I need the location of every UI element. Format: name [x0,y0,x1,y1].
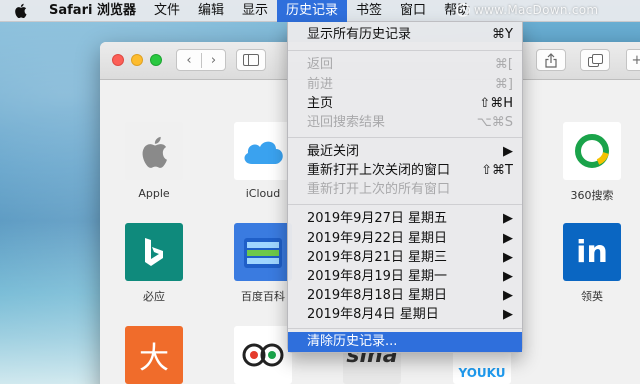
menu-item-label: 2019年8月18日 星期日 [307,288,448,303]
menu-item-history-date[interactable]: 2019年8月4日 星期日 ▶ [288,305,522,325]
watermark-logo-icon [456,3,470,17]
menu-separator [288,137,522,138]
menu-item-history-date[interactable]: 2019年9月27日 星期五 ▶ [288,209,522,229]
menu-view[interactable]: 显示 [233,0,277,22]
menu-item-reopen-all-windows[interactable]: 重新打开上次的所有窗口 [288,180,522,200]
menu-item-label: 重新打开上次的所有窗口 [307,182,451,197]
menu-edit[interactable]: 编辑 [189,0,233,22]
shortcut-label: ⇧⌘T [481,163,513,178]
minimize-window-button[interactable] [131,54,143,66]
menu-item-label: 2019年9月27日 星期五 [307,211,448,226]
submenu-arrow-icon: ▶ [503,288,513,303]
share-icon [545,52,557,68]
menu-item-home[interactable]: 主页 ⇧⌘H [288,94,522,114]
360-logo-icon [563,122,621,180]
menu-item-search-results[interactable]: 迅回搜索结果 ⌥⌘S [288,113,522,133]
menu-app-safari[interactable]: Safari 浏览器 [40,0,145,22]
tabs-overview-icon [587,53,603,67]
menu-item-recently-closed[interactable]: 最近关闭 ▶ [288,142,522,162]
book-icon [234,223,292,281]
apple-menu-icon[interactable] [0,0,40,22]
menu-separator [288,328,522,329]
menu-item-label: 2019年8月19日 星期一 [307,269,448,284]
shortcut-label: ⌥⌘S [476,115,513,130]
menu-item-clear-history[interactable]: 清除历史记录... [288,332,522,352]
favorite-label: iCloud [245,187,281,200]
dazhong-logo-icon: 大 [125,326,183,384]
menu-item-label: 前进 [307,77,334,92]
menu-item-label: 2019年8月4日 星期日 [307,307,439,322]
shortcut-label: ⌘] [494,77,513,92]
menu-item-label: 最近关闭 [307,144,360,159]
menu-history[interactable]: 历史记录 [277,0,348,22]
owl-logo-icon [234,326,292,384]
menu-item-label: 清除历史记录... [307,334,398,349]
submenu-arrow-icon: ▶ [503,250,513,265]
favorite-baidu-baike[interactable]: 百度百科 [233,223,293,304]
submenu-arrow-icon: ▶ [503,211,513,226]
cloud-icon [234,122,292,180]
favorite-apple[interactable]: Apple [124,122,184,200]
favorite-label: 360搜索 [570,189,614,202]
menu-item-label: 返回 [307,57,334,72]
menu-item-label: 显示所有历史记录 [307,27,412,42]
share-button[interactable] [536,49,566,71]
plus-icon: + [631,52,640,68]
menu-item-label: 主页 [307,96,334,111]
back-forward-buttons: ‹ › [176,49,226,71]
favorite-label: Apple [138,187,170,200]
menu-file[interactable]: 文件 [145,0,189,22]
favorite-tripadvisor[interactable] [233,326,293,384]
sidebar-button[interactable] [236,49,266,71]
menu-item-back[interactable]: 返回 ⌘[ [288,55,522,75]
menu-item-history-date[interactable]: 2019年8月21日 星期三 ▶ [288,248,522,268]
favorite-360[interactable]: 360搜索 [562,122,622,203]
sidebar-icon [243,54,259,66]
history-menu-dropdown: 显示所有历史记录 ⌘Y 返回 ⌘[ 前进 ⌘] 主页 ⇧⌘H 迅回搜索结果 ⌥⌘… [287,22,523,353]
favorite-bing[interactable]: 必应 [124,223,184,304]
menu-item-history-date[interactable]: 2019年8月19日 星期一 ▶ [288,267,522,287]
back-chevron-icon[interactable]: ‹ [177,53,201,68]
menu-bookmarks[interactable]: 书签 [347,0,391,22]
shortcut-label: ⌘Y [492,27,513,42]
zoom-window-button[interactable] [150,54,162,66]
menu-item-reopen-last-window[interactable]: 重新打开上次关闭的窗口 ⇧⌘T [288,161,522,181]
menu-item-forward[interactable]: 前进 ⌘] [288,75,522,95]
watermark-text: www.MacDown.com [474,3,599,17]
menu-item-label: 迅回搜索结果 [307,115,386,130]
menu-item-history-date[interactable]: 2019年9月22日 星期日 ▶ [288,229,522,249]
favorite-linkedin[interactable]: in 领英 [562,223,622,304]
favorite-label: 百度百科 [241,290,285,303]
linkedin-logo-icon: in [563,223,621,281]
submenu-arrow-icon: ▶ [503,231,513,246]
show-tabs-button[interactable] [580,49,610,71]
menu-item-label: 2019年8月21日 星期三 [307,250,448,265]
menu-item-label: 2019年9月22日 星期日 [307,231,448,246]
submenu-arrow-icon: ▶ [503,144,513,159]
close-window-button[interactable] [112,54,124,66]
shortcut-label: ⇧⌘H [479,96,513,111]
apple-logo-icon [125,122,183,180]
favorite-label: 必应 [143,290,165,303]
shortcut-label: ⌘[ [494,57,513,72]
submenu-arrow-icon: ▶ [503,307,513,322]
submenu-arrow-icon: ▶ [503,269,513,284]
menu-separator [288,50,522,51]
forward-chevron-icon[interactable]: › [200,52,225,68]
favorite-icloud[interactable]: iCloud [233,122,293,200]
favorite-dazhong[interactable]: 大 [124,326,184,384]
menu-item-history-date[interactable]: 2019年8月18日 星期日 ▶ [288,286,522,306]
menu-separator [288,204,522,205]
menu-item-show-all-history[interactable]: 显示所有历史记录 ⌘Y [288,25,522,45]
bing-logo-icon [125,223,183,281]
watermark: www.MacDown.com [456,3,598,17]
menu-window[interactable]: 窗口 [391,0,435,22]
menu-item-label: 重新打开上次关闭的窗口 [307,163,451,178]
favorite-label: 领英 [581,290,603,303]
new-tab-button[interactable]: + [626,49,640,71]
